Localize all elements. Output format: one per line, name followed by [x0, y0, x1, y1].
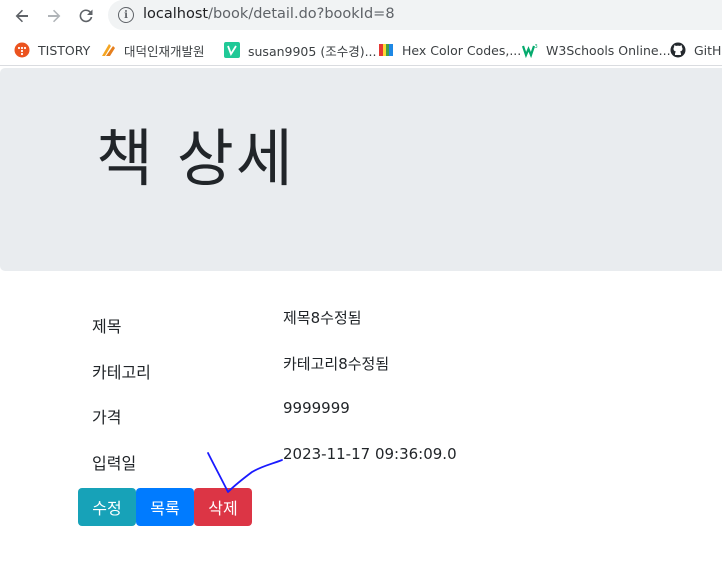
- bookmark-tistory[interactable]: TISTORY: [14, 40, 90, 60]
- github-icon: [670, 42, 686, 58]
- value-price: 9999999: [283, 399, 350, 417]
- ddit-icon: [100, 42, 116, 58]
- address-bar[interactable]: i localhost/book/detail.do?bookId=8: [108, 0, 722, 30]
- bookmark-hex-color-codes[interactable]: Hex Color Codes,...: [378, 40, 521, 60]
- velog-icon: [224, 42, 240, 58]
- page-title: 책 상세: [96, 122, 295, 195]
- delete-button[interactable]: 삭제: [194, 488, 252, 526]
- url-text: localhost/book/detail.do?bookId=8: [143, 6, 395, 22]
- bookmark-velog[interactable]: susan9905 (조수경)...: [224, 40, 377, 60]
- reload-icon[interactable]: [74, 4, 98, 28]
- list-button[interactable]: 목록: [136, 488, 194, 526]
- label-date: 입력일: [92, 454, 137, 473]
- info-icon[interactable]: i: [118, 7, 134, 23]
- browser-toolbar: i localhost/book/detail.do?bookId=8: [0, 0, 722, 32]
- back-arrow-icon[interactable]: [10, 4, 34, 28]
- edit-button[interactable]: 수정: [78, 488, 136, 526]
- value-title: 제목8수정됨: [283, 309, 362, 327]
- value-date: 2023-11-17 09:36:09.0: [283, 445, 457, 463]
- bookmark-w3schools[interactable]: 3 W3Schools Online...: [522, 40, 671, 60]
- label-category: 카테고리: [92, 363, 151, 382]
- forward-arrow-icon[interactable]: [42, 4, 66, 28]
- bookmarks-bar: TISTORY 대덕인재개발원 susan9905 (조수경)... Hex C…: [0, 35, 722, 66]
- value-category: 카테고리8수정됨: [283, 355, 390, 373]
- bookmark-ddit[interactable]: 대덕인재개발원: [100, 40, 205, 60]
- tistory-icon: [14, 42, 30, 58]
- bookmark-github[interactable]: GitHu: [670, 40, 722, 60]
- svg-text:3: 3: [535, 44, 538, 50]
- label-title: 제목: [92, 317, 122, 336]
- label-price: 가격: [92, 408, 122, 427]
- w3schools-icon: 3: [522, 42, 538, 58]
- book-icon: [378, 42, 394, 58]
